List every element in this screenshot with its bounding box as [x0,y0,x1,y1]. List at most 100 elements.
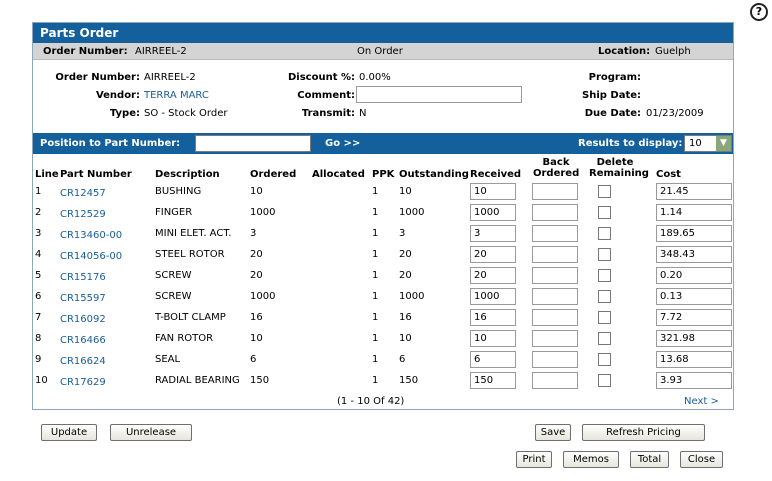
row-ppk: 1 [372,354,379,365]
chevron-down-icon[interactable]: ▼ [716,136,731,151]
row-cost-input[interactable]: 7.72 [656,309,732,326]
order-number-label: Order Number: [55,72,140,83]
row-back-ordered-input[interactable] [532,330,578,347]
row-ordered: 10 [250,333,263,344]
save-button[interactable]: Save [535,424,571,441]
program-label: Program: [588,72,641,83]
row-delete-checkbox[interactable] [598,248,611,261]
results-select[interactable]: 10 ▼ [684,135,732,152]
print-button[interactable]: Print [516,451,552,468]
type-label: Type: [109,108,140,119]
row-delete-checkbox[interactable] [598,290,611,303]
table-row [33,181,733,202]
row-cost-input[interactable]: 348.43 [656,246,732,263]
row-back-ordered-input[interactable] [532,267,578,284]
row-delete-checkbox[interactable] [598,185,611,198]
row-back-ordered-input[interactable] [532,351,578,368]
row-outstanding: 10 [399,333,412,344]
position-input[interactable] [195,135,311,152]
row-received-input[interactable]: 20 [470,246,516,263]
row-back-ordered-input[interactable] [532,372,578,389]
col-delete-remaining-line1: Delete [596,157,634,168]
row-back-ordered-input[interactable] [532,225,578,242]
transmit-label: Transmit: [301,108,355,119]
refresh-pricing-button[interactable]: Refresh Pricing [582,424,705,441]
row-delete-checkbox[interactable] [598,206,611,219]
row-part-number-link[interactable]: CR15597 [60,288,106,309]
row-part-number-link[interactable]: CR12529 [60,204,106,225]
ship-date-label: Ship Date: [582,90,641,101]
row-received-input[interactable]: 150 [470,372,516,389]
results-label: Results to display: [578,138,683,149]
row-received-input[interactable]: 10 [470,183,516,200]
row-outstanding: 6 [399,354,406,365]
row-back-ordered-input[interactable] [532,288,578,305]
row-cost-input[interactable]: 1.14 [656,204,732,221]
close-button[interactable]: Close [680,451,723,468]
row-cost-input[interactable]: 13.68 [656,351,732,368]
due-date-label: Due Date: [584,108,641,119]
memos-button[interactable]: Memos [563,451,619,468]
row-line: 5 [35,270,42,281]
row-delete-checkbox[interactable] [598,311,611,324]
row-cost-input[interactable]: 189.65 [656,225,732,242]
row-line: 8 [35,333,42,344]
row-description: BUSHING [155,186,202,197]
row-line: 7 [35,312,42,323]
row-description: MINI ELET. ACT. [155,228,232,239]
go-link[interactable]: Go >> [325,133,360,154]
row-cost-input[interactable]: 0.20 [656,267,732,284]
vendor-link[interactable]: TERRA MARC [144,90,209,101]
table-row [33,328,733,349]
row-line: 10 [35,375,48,386]
row-ordered: 20 [250,249,263,260]
row-delete-checkbox[interactable] [598,332,611,345]
row-description: SEAL [155,354,181,365]
row-back-ordered-input[interactable] [532,204,578,221]
row-line: 4 [35,249,42,260]
row-ppk: 1 [372,375,379,386]
row-outstanding: 20 [399,270,412,281]
row-back-ordered-input[interactable] [532,309,578,326]
row-ordered: 10 [250,186,263,197]
row-part-number-link[interactable]: CR16624 [60,351,106,372]
row-received-input[interactable]: 10 [470,330,516,347]
unrelease-button[interactable]: Unrelease [110,424,192,441]
infobar-order-label: Order Number: [43,46,128,57]
row-received-input[interactable]: 1000 [470,204,516,221]
row-part-number-link[interactable]: CR17629 [60,372,106,393]
row-received-input[interactable]: 16 [470,309,516,326]
row-cost-input[interactable]: 3.93 [656,372,732,389]
row-back-ordered-input[interactable] [532,183,578,200]
row-received-input[interactable]: 6 [470,351,516,368]
row-part-number-link[interactable]: CR14056-00 [60,246,122,267]
table-row [33,370,733,391]
help-icon[interactable]: ? [750,3,768,21]
row-part-number-link[interactable]: CR13460-00 [60,225,122,246]
row-received-input[interactable]: 20 [470,267,516,284]
total-button[interactable]: Total [630,451,669,468]
row-outstanding: 150 [399,375,419,386]
pager-summary: (1 - 10 Of 42) [337,396,405,407]
row-back-ordered-input[interactable] [532,246,578,263]
row-delete-checkbox[interactable] [598,227,611,240]
next-page-link[interactable]: Next > [684,395,719,409]
row-part-number-link[interactable]: CR16092 [60,309,106,330]
row-part-number-link[interactable]: CR12457 [60,183,106,204]
row-delete-checkbox[interactable] [598,374,611,387]
transmit-value: N [359,108,367,119]
row-cost-input[interactable]: 321.98 [656,330,732,347]
comment-input[interactable] [356,86,522,103]
row-cost-input[interactable]: 0.13 [656,288,732,305]
col-back-ordered-line2: Ordered [533,168,580,179]
row-received-input[interactable]: 3 [470,225,516,242]
row-part-number-link[interactable]: CR15176 [60,267,106,288]
row-received-input[interactable]: 1000 [470,288,516,305]
update-button[interactable]: Update [41,424,97,441]
row-ppk: 1 [372,207,379,218]
due-date-value: 01/23/2009 [646,108,704,119]
row-cost-input[interactable]: 21.45 [656,183,732,200]
row-delete-checkbox[interactable] [598,353,611,366]
row-delete-checkbox[interactable] [598,269,611,282]
row-part-number-link[interactable]: CR16466 [60,330,106,351]
